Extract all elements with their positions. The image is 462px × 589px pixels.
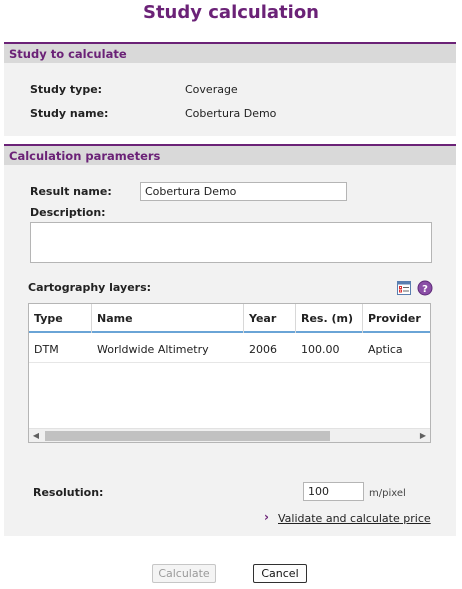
study-section: Study to calculate Study type: Coverage …: [4, 42, 456, 136]
cell-resolution: 100.00: [301, 343, 340, 356]
scroll-right-arrow-icon[interactable]: ▶: [416, 429, 430, 442]
column-header-name[interactable]: Name: [92, 304, 244, 333]
description-textarea[interactable]: [30, 222, 432, 263]
cell-provider: Aptica: [368, 343, 403, 356]
column-header-provider[interactable]: Provider: [363, 304, 430, 333]
layer-list-icon[interactable]: [396, 280, 412, 296]
cartography-layers-label: Cartography layers:: [28, 281, 152, 294]
svg-text:?: ?: [422, 284, 428, 295]
result-name-input[interactable]: [140, 182, 347, 201]
study-name-value: Cobertura Demo: [185, 107, 277, 120]
table-row[interactable]: DTM Worldwide Altimetry 2006 100.00 Apti…: [29, 335, 430, 363]
resolution-unit: m/pixel: [369, 488, 406, 499]
cell-year: 2006: [249, 343, 277, 356]
study-type-label: Study type:: [30, 83, 103, 96]
result-name-label: Result name:: [30, 185, 112, 198]
params-section-header: Calculation parameters: [4, 144, 456, 165]
cell-type: DTM: [34, 343, 59, 356]
cell-name: Worldwide Altimetry: [97, 343, 209, 356]
description-label: Description:: [30, 206, 106, 219]
study-section-header: Study to calculate: [4, 42, 456, 63]
page-title: Study calculation: [142, 2, 319, 23]
study-name-label: Study name:: [30, 107, 109, 120]
scroll-left-arrow-icon[interactable]: ◀: [29, 429, 43, 442]
resolution-label: Resolution:: [33, 486, 104, 499]
cancel-button[interactable]: Cancel: [253, 564, 307, 583]
horizontal-scrollbar[interactable]: ◀ ▶: [29, 428, 430, 442]
column-header-year[interactable]: Year: [244, 304, 296, 333]
calculate-button[interactable]: Calculate: [152, 564, 216, 583]
help-icon[interactable]: ?: [417, 280, 433, 296]
resolution-input[interactable]: [303, 482, 364, 501]
validate-price-link[interactable]: Validate and calculate price: [278, 512, 431, 525]
params-section: Calculation parameters Result name: Desc…: [4, 144, 456, 536]
chevron-right-icon: ›: [264, 510, 269, 524]
scrollbar-thumb[interactable]: [45, 431, 330, 441]
layers-table: Type Name Year Res. (m) Provider DTM Wor…: [28, 303, 431, 443]
layers-table-header: Type Name Year Res. (m) Provider: [29, 304, 430, 333]
column-header-type[interactable]: Type: [29, 304, 92, 333]
study-type-value: Coverage: [185, 83, 238, 96]
column-header-resolution[interactable]: Res. (m): [296, 304, 363, 333]
